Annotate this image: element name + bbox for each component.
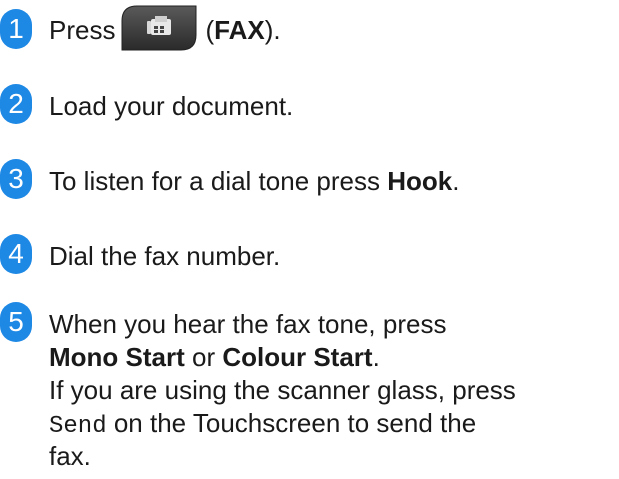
step-text: To listen for a dial tone press Hook. (49, 165, 459, 198)
hook-label: Hook (387, 166, 453, 196)
step-number-badge: 1 (0, 9, 32, 49)
step-line-3: If you are using the scanner glass, pres… (49, 375, 516, 405)
step-line-5: fax. (49, 441, 91, 471)
step-text: Dial the fax number. (49, 241, 281, 271)
fax-icon (121, 5, 197, 51)
step-prefix: To listen for a dial tone press (49, 166, 388, 196)
mono-start-label: Mono Start (49, 342, 185, 372)
step-line-1: When you hear the fax tone, press (49, 309, 447, 339)
step-number-badge: 3 (0, 159, 32, 199)
paren-open: ( (205, 14, 215, 45)
colour-start-label: Colour Start (222, 342, 373, 372)
fax-label: FAX (214, 14, 265, 45)
line4-rest: on the Touchscreen to send the (106, 408, 477, 438)
step-text: Press (FAX). (49, 5, 281, 51)
step-number-badge: 2 (0, 84, 32, 124)
paren-close: ). (264, 14, 281, 45)
step-text: Load your document. (49, 91, 294, 121)
send-label: Send (49, 413, 107, 440)
step-line-4: Send on the Touchscreen to send the (49, 407, 476, 443)
step-number-badge: 5 (0, 302, 32, 342)
or-text: or (184, 342, 223, 372)
step-line-2: Mono Start or Colour Start. (49, 341, 380, 374)
step-number-badge: 4 (0, 234, 32, 274)
step-suffix: . (452, 166, 460, 196)
period: . (372, 342, 380, 372)
fax-button[interactable] (121, 5, 197, 51)
step-prefix: Press (49, 14, 116, 45)
